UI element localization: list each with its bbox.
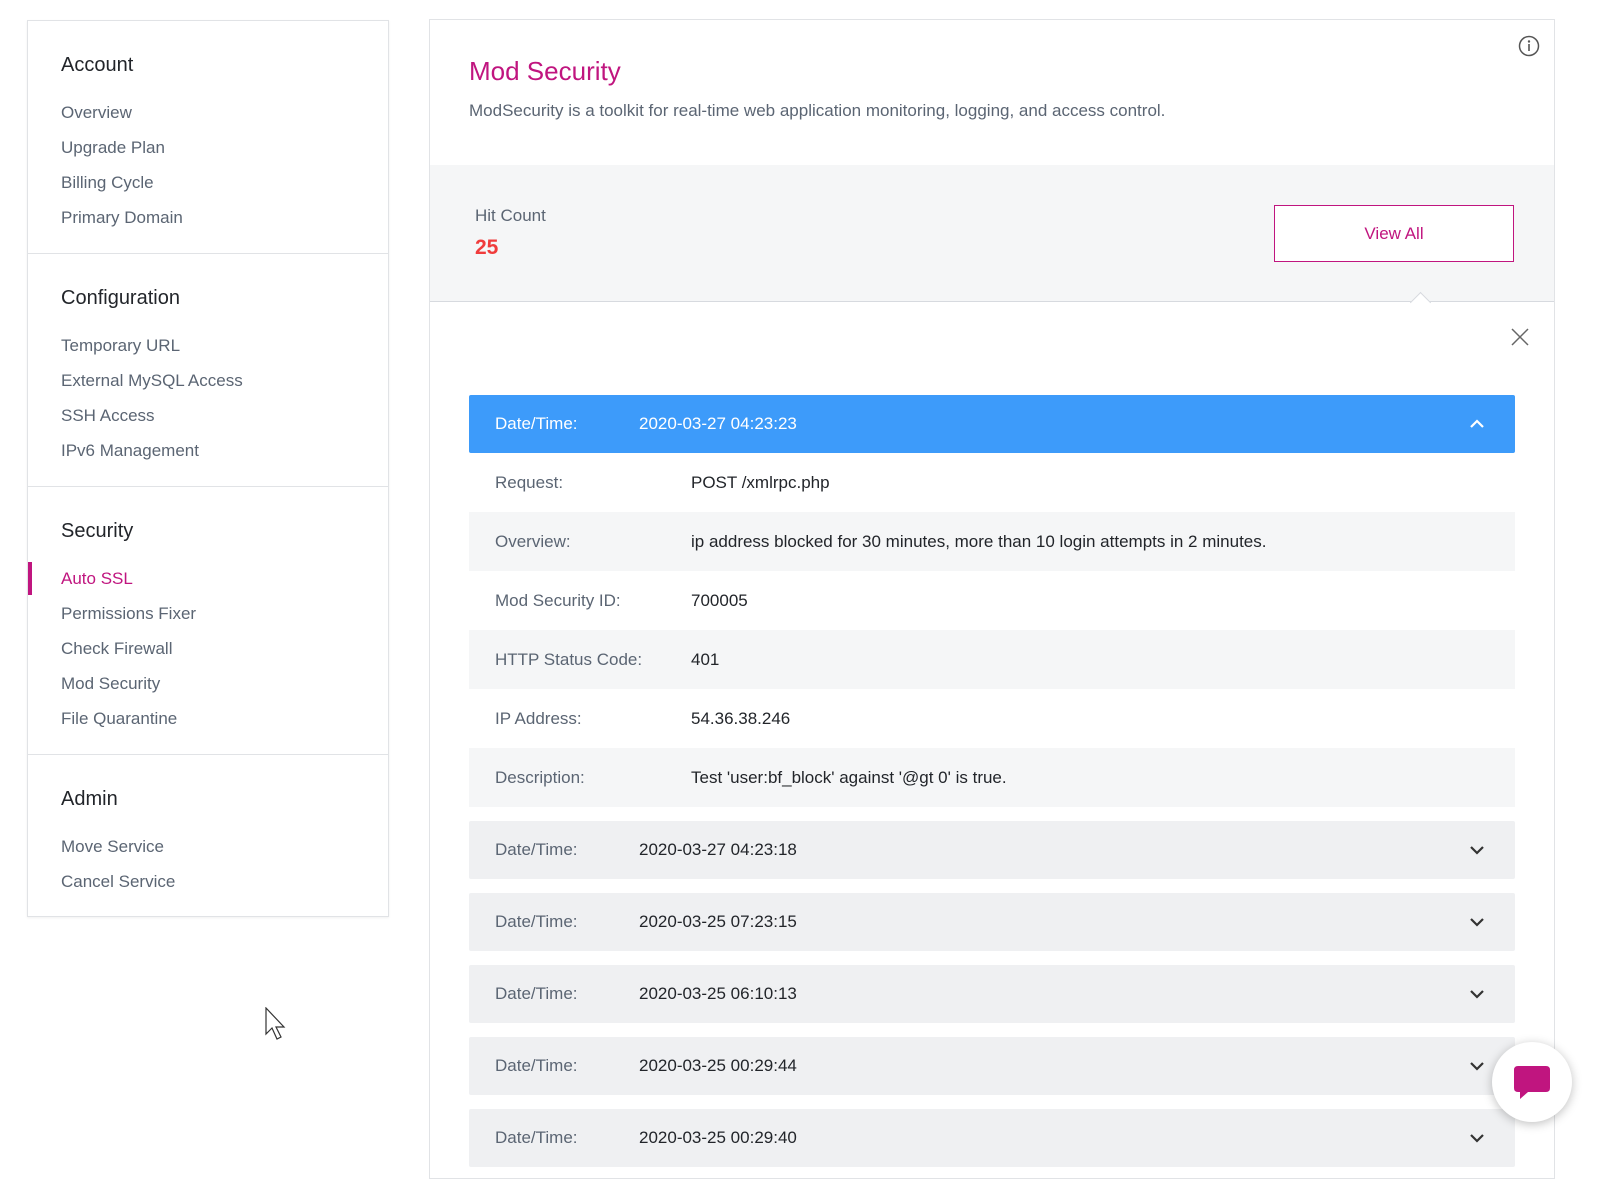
- sidebar-section-configuration: Configuration Temporary URL External MyS…: [28, 254, 388, 487]
- sidebar-item-ipv6-management[interactable]: IPv6 Management: [28, 433, 388, 468]
- detail-row-description: Description: Test 'user:bf_block' agains…: [469, 748, 1515, 807]
- hit-entry-details: Request: POST /xmlrpc.php Overview: ip a…: [469, 453, 1515, 807]
- sidebar-item-upgrade-plan[interactable]: Upgrade Plan: [28, 130, 388, 165]
- entry-datetime-label: Date/Time:: [495, 1056, 578, 1075]
- detail-key: Description:: [495, 767, 585, 787]
- close-icon[interactable]: [1510, 327, 1530, 347]
- sidebar-item-check-firewall[interactable]: Check Firewall: [28, 631, 388, 666]
- detail-row-ip-address: IP Address: 54.36.38.246: [469, 689, 1515, 748]
- entry-datetime-value: 2020-03-25 00:29:44: [639, 1056, 797, 1075]
- detail-key: IP Address:: [495, 708, 582, 728]
- chevron-up-icon: [1470, 419, 1484, 428]
- detail-value: 401: [691, 649, 720, 669]
- info-icon[interactable]: [1518, 35, 1540, 57]
- sidebar-heading: Account: [61, 54, 134, 76]
- hit-entry-header[interactable]: Date/Time: 2020-03-27 04:23:23: [469, 395, 1515, 453]
- detail-row-http-status: HTTP Status Code: 401: [469, 630, 1515, 689]
- sidebar-heading: Configuration: [61, 287, 180, 309]
- hit-entry-header[interactable]: Date/Time: 2020-03-27 04:23:18: [469, 821, 1515, 879]
- mouse-cursor-icon: [265, 1007, 286, 1040]
- detail-key: Mod Security ID:: [495, 590, 621, 610]
- detail-value: Test 'user:bf_block' against '@gt 0' is …: [691, 767, 1007, 787]
- view-all-button[interactable]: View All: [1274, 205, 1514, 262]
- chevron-down-icon: [1470, 990, 1484, 999]
- sidebar-section-security: Security Auto SSL Permissions Fixer Chec…: [28, 487, 388, 755]
- sidebar-item-temporary-url[interactable]: Temporary URL: [28, 328, 388, 363]
- sidebar-section-admin: Admin Move Service Cancel Service: [28, 755, 388, 917]
- mod-security-panel: Mod Security ModSecurity is a toolkit fo…: [429, 19, 1555, 1179]
- sidebar-item-mod-security[interactable]: Mod Security: [28, 666, 388, 701]
- entry-datetime-value: 2020-03-25 07:23:15: [639, 912, 797, 931]
- chevron-down-icon: [1470, 1134, 1484, 1143]
- entry-datetime-value: 2020-03-25 06:10:13: [639, 984, 797, 1003]
- sidebar-heading: Admin: [61, 788, 118, 810]
- detail-key: Request:: [495, 472, 564, 492]
- hit-entry-header[interactable]: Date/Time: 2020-03-25 00:29:40: [469, 1109, 1515, 1167]
- sidebar: Account Overview Upgrade Plan Billing Cy…: [27, 20, 389, 917]
- sidebar-item-move-service[interactable]: Move Service: [28, 829, 388, 864]
- chat-bubble-icon: [1514, 1066, 1550, 1099]
- sidebar-item-ssh-access[interactable]: SSH Access: [28, 398, 388, 433]
- sidebar-item-billing-cycle[interactable]: Billing Cycle: [28, 165, 388, 200]
- entry-datetime-label: Date/Time:: [495, 414, 578, 433]
- detail-key: Overview:: [495, 531, 571, 551]
- detail-row-request: Request: POST /xmlrpc.php: [469, 453, 1515, 512]
- detail-row-overview: Overview: ip address blocked for 30 minu…: [469, 512, 1515, 571]
- detail-row-mod-security-id: Mod Security ID: 700005: [469, 571, 1515, 630]
- entry-datetime-label: Date/Time:: [495, 912, 578, 931]
- sidebar-item-overview[interactable]: Overview: [28, 95, 388, 130]
- sidebar-item-cancel-service[interactable]: Cancel Service: [28, 864, 388, 899]
- hit-entry-header[interactable]: Date/Time: 2020-03-25 06:10:13: [469, 965, 1515, 1023]
- chat-launcher-button[interactable]: [1492, 1042, 1572, 1122]
- entry-datetime-label: Date/Time:: [495, 1128, 578, 1147]
- sidebar-item-primary-domain[interactable]: Primary Domain: [28, 200, 388, 235]
- detail-value: POST /xmlrpc.php: [691, 472, 830, 492]
- hit-count-label: Hit Count: [475, 206, 546, 225]
- sidebar-item-external-mysql-access[interactable]: External MySQL Access: [28, 363, 388, 398]
- entry-datetime-label: Date/Time:: [495, 840, 578, 859]
- sidebar-item-auto-ssl[interactable]: Auto SSL: [28, 561, 388, 596]
- hit-entry-header[interactable]: Date/Time: 2020-03-25 07:23:15: [469, 893, 1515, 951]
- detail-value: ip address blocked for 30 minutes, more …: [691, 531, 1267, 551]
- entry-datetime-value: 2020-03-27 04:23:18: [639, 840, 797, 859]
- hit-count-value: 25: [475, 236, 499, 259]
- sidebar-item-file-quarantine[interactable]: File Quarantine: [28, 701, 388, 736]
- page-title: Mod Security: [469, 56, 621, 86]
- entry-datetime-value: 2020-03-25 00:29:40: [639, 1128, 797, 1147]
- detail-key: HTTP Status Code:: [495, 649, 643, 669]
- entry-datetime-label: Date/Time:: [495, 984, 578, 1003]
- sidebar-item-permissions-fixer[interactable]: Permissions Fixer: [28, 596, 388, 631]
- hit-list: Date/Time: 2020-03-27 04:23:23 Request: …: [469, 395, 1515, 1167]
- page-description: ModSecurity is a toolkit for real-time w…: [469, 101, 1166, 120]
- entry-datetime-value: 2020-03-27 04:23:23: [639, 414, 797, 433]
- sidebar-heading: Security: [61, 520, 134, 542]
- chevron-down-icon: [1470, 846, 1484, 855]
- sidebar-section-account: Account Overview Upgrade Plan Billing Cy…: [28, 21, 388, 254]
- hit-count-band: Hit Count 25 View All: [430, 165, 1554, 302]
- detail-value: 54.36.38.246: [691, 708, 791, 728]
- hit-entry-header[interactable]: Date/Time: 2020-03-25 00:29:44: [469, 1037, 1515, 1095]
- chevron-down-icon: [1470, 1062, 1484, 1071]
- chevron-down-icon: [1470, 918, 1484, 927]
- detail-value: 700005: [691, 590, 748, 610]
